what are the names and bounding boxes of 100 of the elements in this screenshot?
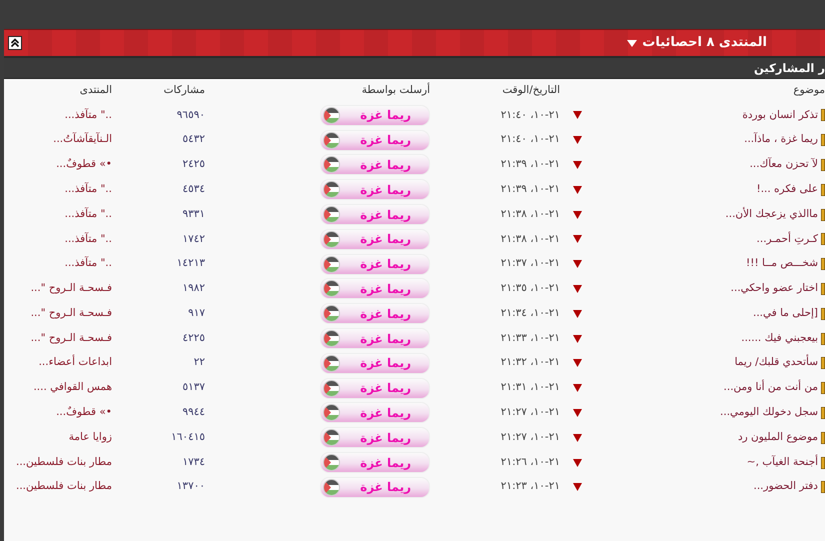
topic-link[interactable]: سجل دخولك اليومي... <box>720 405 818 421</box>
column-header: موضوع <box>793 84 825 96</box>
go-to-post-icon[interactable] <box>573 136 582 144</box>
post-date: ٢١-١٠، ٢١:٤٠ <box>500 108 560 121</box>
post-count: ١٤٢١٣ <box>176 257 205 270</box>
topic-icon <box>821 282 825 295</box>
post-count: ٥١٣٧ <box>182 381 205 394</box>
post-count: ٩٦٥٩٠ <box>176 108 205 121</box>
topic-link[interactable]: دفتر الحضور... <box>753 479 818 496</box>
post-date: ٢١-١٠، ٢١:٣٨ <box>500 232 560 244</box>
flag-icon <box>323 354 340 372</box>
post-date: ٢١-١٠، ٢١:٣٧ <box>500 257 560 270</box>
post-date: ٢١-١٠، ٢١:٢٣ <box>500 480 560 492</box>
go-to-post-icon[interactable] <box>573 334 582 343</box>
go-to-post-icon[interactable] <box>573 210 582 219</box>
forum-link[interactable]: ابداعات أعضاء... <box>38 356 112 368</box>
panel-title: المنتدى ٨ احصائيات <box>642 34 767 52</box>
post-count: ٩٣٣١ <box>182 208 205 220</box>
flag-icon <box>323 454 340 472</box>
forum-link[interactable]: فـسحـة الـروح "... <box>30 282 112 294</box>
topic-link[interactable]: كـرتِ أحمـر... <box>756 232 818 248</box>
post-count: ٥٤٣٢ <box>182 133 205 146</box>
dropdown-icon[interactable] <box>627 40 638 46</box>
forum-link[interactable]: فـسحـة الـروح "... <box>30 306 112 319</box>
flag-icon <box>323 380 340 397</box>
flag-icon <box>323 305 340 322</box>
column-header: مشاركات <box>164 84 205 96</box>
post-count: ٤٥٣٤ <box>182 182 205 195</box>
topic-icon <box>821 258 825 270</box>
flag-icon <box>323 429 340 446</box>
topic-link[interactable]: اختار عضو واحكي... <box>730 281 818 297</box>
flag-icon <box>323 132 340 149</box>
topic-icon <box>821 134 825 146</box>
post-count: ٤٢٢٥ <box>182 332 205 344</box>
post-count: ١٧٤٢ <box>182 232 205 244</box>
topic-link[interactable]: موضوع المليون رد <box>738 430 818 446</box>
flag-icon <box>323 206 340 224</box>
post-date: ٢١-١٠، ٢١:٣٤ <box>500 306 560 319</box>
go-to-post-icon[interactable] <box>573 111 582 120</box>
post-date: ٢١-١٠، ٢١:٣٢ <box>500 356 560 368</box>
forum-link[interactable]: .." متآفذ... <box>64 108 112 121</box>
topic-icon <box>821 109 825 122</box>
forum-link[interactable]: .." متآفذ... <box>64 257 112 270</box>
flag-icon <box>323 181 340 198</box>
topic-link[interactable]: ماالذي يزعجك الأن... <box>725 206 818 222</box>
topic-link[interactable]: من أنت من أنا ومن... <box>724 380 818 396</box>
forum-link[interactable]: فـسحـة الـروح "... <box>30 332 112 344</box>
topic-icon <box>821 184 825 196</box>
forum-link[interactable]: .." متآفذ... <box>64 208 112 220</box>
go-to-post-icon[interactable] <box>573 235 582 244</box>
column-header: المنتدى <box>80 84 112 96</box>
column-header: التاريخ/الوقت <box>502 84 560 96</box>
post-count: ٩١٧ <box>188 306 205 319</box>
post-date: ٢١-١٠، ٢١:٣٥ <box>500 282 560 294</box>
post-count: ٩٩٤٤ <box>182 406 205 418</box>
topic-icon <box>821 382 825 394</box>
go-to-post-icon[interactable] <box>573 483 582 492</box>
post-count: ١٣٧٠٠ <box>176 480 205 492</box>
topic-link[interactable]: سأتحدي قلبك/ ريما <box>734 355 818 372</box>
post-date: ٢١-١٠، ٢١:٤٠ <box>500 133 560 146</box>
forum-link[interactable]: همس القوافي .... <box>33 381 112 394</box>
topic-icon <box>821 332 825 345</box>
topic-link[interactable]: لآ تحزن معآك... <box>750 157 818 173</box>
collapse-icon[interactable] <box>8 36 22 50</box>
go-to-post-icon[interactable] <box>573 434 582 442</box>
topic-link[interactable]: أجنحة الغيآب ,~ <box>746 454 818 470</box>
forum-link[interactable]: الـنآيقآشآتُ... <box>53 133 112 146</box>
topic-link[interactable]: تذكر انسان بوردة <box>742 108 818 124</box>
topic-icon <box>821 208 825 221</box>
topic-icon <box>821 481 825 494</box>
topic-link[interactable]: شخـــص مــا !!! <box>746 256 818 272</box>
go-to-post-icon[interactable] <box>573 310 582 318</box>
topic-link[interactable]: بيعجبني فيك ...... <box>741 330 818 346</box>
forum-link[interactable]: مطار بنات فلسطين... <box>16 456 112 468</box>
post-date: ٢١-١٠، ٢١:٣٣ <box>500 332 560 344</box>
go-to-post-icon[interactable] <box>573 186 582 194</box>
post-date: ٢١-١٠، ٢١:٣٨ <box>500 208 560 220</box>
go-to-post-icon[interactable] <box>573 160 582 169</box>
forum-link[interactable]: زوايا عامة <box>68 430 112 443</box>
flag-icon <box>323 230 340 248</box>
go-to-post-icon[interactable] <box>573 284 582 293</box>
post-count: ٢٤٢٥ <box>182 158 205 170</box>
flag-icon <box>323 256 340 273</box>
forum-link[interactable]: •» قطوفٌ... <box>56 406 112 418</box>
topic-icon <box>821 357 825 370</box>
forum-link[interactable]: •» قطوفٌ... <box>56 158 112 170</box>
forum-link[interactable]: مطار بنات فلسطين... <box>16 480 112 492</box>
topic-link[interactable]: على فكره ...! <box>756 182 818 198</box>
topic-link[interactable]: [إحلى ما في... <box>752 306 818 322</box>
forum-link[interactable]: .." متآفذ... <box>64 232 112 244</box>
go-to-post-icon[interactable] <box>573 359 582 368</box>
go-to-post-icon[interactable] <box>573 458 582 467</box>
post-date: ٢١-١٠، ٢١:٣١ <box>500 381 560 394</box>
flag-icon <box>323 106 340 124</box>
go-to-post-icon[interactable] <box>573 384 582 392</box>
go-to-post-icon[interactable] <box>573 408 582 417</box>
forum-link[interactable]: .." متآفذ... <box>64 182 112 195</box>
go-to-post-icon[interactable] <box>573 260 582 268</box>
post-date: ٢١-١٠، ٢١:٢٧ <box>500 430 560 443</box>
topic-link[interactable]: ريما غزة ، ماذآ... <box>744 132 818 148</box>
